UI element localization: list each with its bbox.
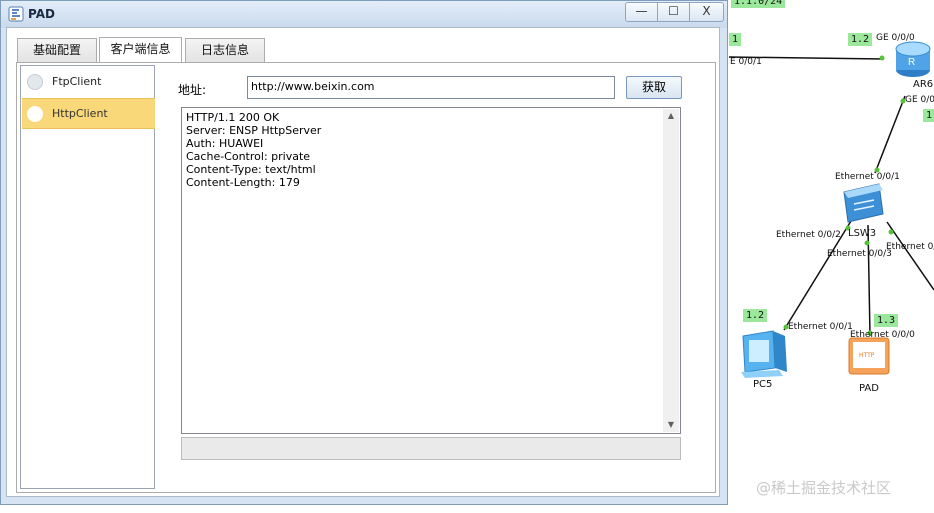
port-label-sw-e2: Ethernet 0/0/2 (776, 230, 841, 240)
tab-basic-config[interactable]: 基础配置 (17, 38, 97, 62)
minimize-button[interactable]: — (625, 2, 658, 22)
port-label-ar-ge1: GE 0/0 (905, 95, 934, 105)
svg-text:R: R (908, 57, 915, 68)
port-label-ar-ge0: GE 0/0/0 (876, 33, 915, 43)
response-line: Server: ENSP HttpServer (186, 124, 322, 137)
tab-log-info[interactable]: 日志信息 (185, 38, 265, 62)
port-label-pad-e0: Ethernet 0/0/0 (850, 330, 915, 340)
watermark-text: @稀土掘金技术社区 (756, 479, 892, 497)
pad-screen-text: HTTP (859, 352, 875, 359)
httpclient-icon (27, 106, 43, 122)
port-label-sw-e1: Ethernet 0/0/1 (835, 172, 900, 182)
pc-icon[interactable] (741, 330, 787, 378)
pad-label: PAD (859, 383, 879, 394)
response-line: Content-Length: 179 (186, 176, 300, 189)
port-label-sw-e3: Ethernet 0/0/3 (827, 249, 892, 259)
close-button[interactable]: X (689, 2, 724, 22)
port-label-pc-e1: Ethernet 0/0/1 (788, 322, 853, 332)
net-label-right: 1 (923, 109, 934, 122)
switch-icon[interactable] (843, 183, 884, 223)
port-dot (879, 55, 885, 61)
link-switch-right (886, 221, 934, 291)
sidebar-item-httpclient[interactable]: HttpClient (22, 98, 155, 129)
pad-app-icon (8, 6, 24, 22)
address-input[interactable]: http://www.beixin.com (247, 76, 615, 99)
response-line: Cache-Control: private (186, 150, 311, 163)
maximize-button[interactable]: ☐ (657, 2, 690, 22)
ip-label-pad: 1.3 (874, 314, 899, 327)
response-textarea[interactable]: HTTP/1.1 200 OK Server: ENSP HttpServer … (181, 107, 681, 434)
pc-label: PC5 (753, 379, 773, 390)
ip-label-router: 1.2 (848, 33, 873, 46)
scroll-up-arrow-icon[interactable]: ▲ (663, 109, 679, 123)
sidebar-item-label: FtpClient (52, 75, 102, 88)
router-label: AR6 (913, 79, 934, 90)
switch-label: LSW3 (848, 228, 877, 239)
net-label-left: 1 (729, 33, 742, 46)
get-button[interactable]: 获取 (626, 76, 682, 99)
topology-canvas[interactable]: R HTTP 1.1.0/24 1 1.2 1 1.2 1.3 GE 0/0/0… (729, 0, 934, 513)
response-line: Content-Type: text/html (186, 163, 316, 176)
sidebar-item-ftpclient[interactable]: FtpClient (22, 67, 155, 98)
response-line: HTTP/1.1 200 OK (186, 111, 280, 124)
ip-label-pc: 1.2 (743, 309, 768, 322)
router-icon[interactable]: R (895, 41, 931, 77)
port-dot (864, 240, 870, 246)
sidebar-item-label: HttpClient (52, 107, 108, 120)
title-bar[interactable]: PAD — ☐ X (1, 1, 727, 28)
vertical-scrollbar[interactable]: ▲ ▼ (663, 109, 679, 432)
window-title: PAD (28, 7, 55, 21)
response-text: HTTP/1.1 200 OK Server: ENSP HttpServer … (186, 111, 321, 189)
port-label-sw-right: Ethernet 0/ (886, 242, 934, 252)
port-dot (888, 229, 894, 235)
client-type-list: FtpClient HttpClient (20, 65, 155, 489)
ftpclient-icon (27, 74, 43, 90)
scroll-down-arrow-icon[interactable]: ▼ (663, 418, 679, 432)
link-router-switch (874, 95, 906, 174)
status-bar (181, 437, 681, 460)
port-label-left: E 0/0/1 (730, 57, 762, 67)
address-label: 地址: (178, 83, 207, 97)
net-label-top: 1.1.0/24 (731, 0, 786, 8)
tab-client-info[interactable]: 客户端信息 (99, 37, 182, 63)
response-line: Auth: HUAWEI (186, 137, 264, 150)
